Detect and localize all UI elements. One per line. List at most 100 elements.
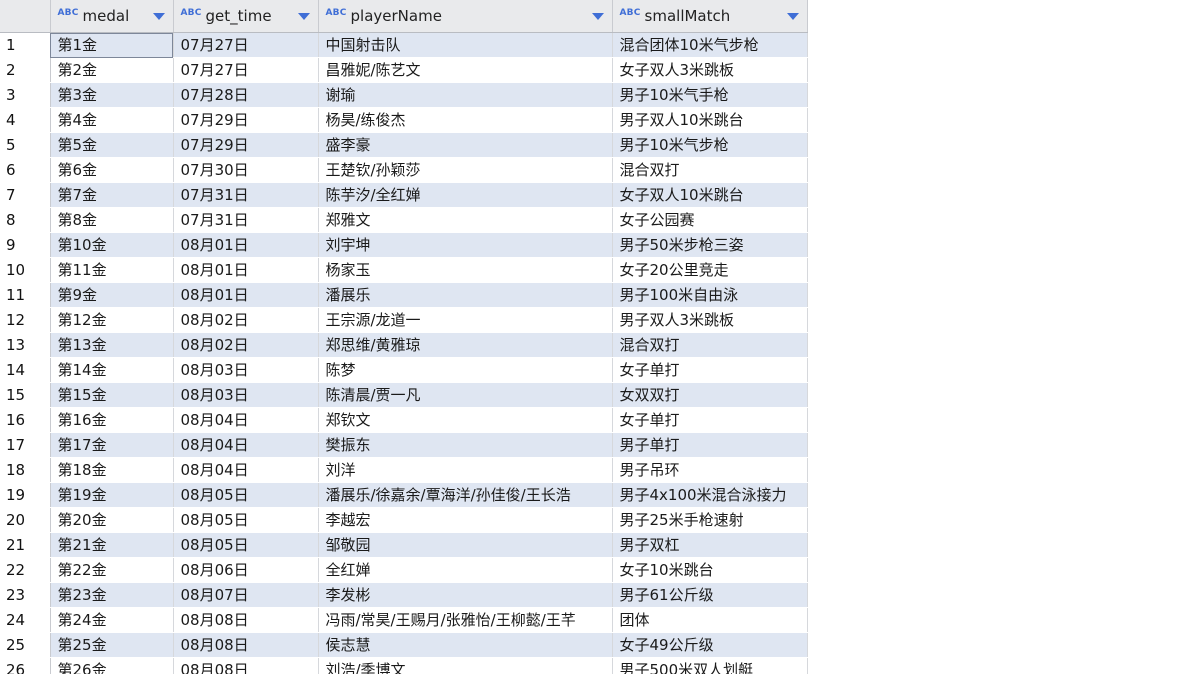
column-header-small-match[interactable]: ABC smallMatch [612,0,808,33]
cell-medal[interactable]: 第22金 [50,557,174,583]
cell-get-time[interactable]: 07月29日 [173,107,319,133]
cell-get-time[interactable]: 08月01日 [173,282,319,308]
cell-player-name[interactable]: 刘浩/季博文 [318,657,613,674]
chevron-down-icon[interactable] [297,12,310,20]
row-number[interactable]: 20 [0,507,51,533]
table-row[interactable]: 16 第16金 08月04日 郑钦文 女子单打 [0,407,808,433]
cell-player-name[interactable]: 王宗源/龙道一 [318,307,613,333]
cell-small-match[interactable]: 男子25米手枪速射 [612,507,808,533]
row-number[interactable]: 8 [0,207,51,233]
cell-player-name[interactable]: 陈芋汐/全红婵 [318,182,613,208]
cell-get-time[interactable]: 08月06日 [173,557,319,583]
cell-medal[interactable]: 第21金 [50,532,174,558]
row-number[interactable]: 4 [0,107,51,133]
table-row[interactable]: 17 第17金 08月04日 樊振东 男子单打 [0,432,808,458]
cell-player-name[interactable]: 盛李豪 [318,132,613,158]
column-header-get-time[interactable]: ABC get_time [173,0,319,33]
cell-player-name[interactable]: 杨家玉 [318,257,613,283]
table-row[interactable]: 19 第19金 08月05日 潘展乐/徐嘉余/覃海洋/孙佳俊/王长浩 男子4x100米混… [0,482,808,508]
cell-player-name[interactable]: 陈梦 [318,357,613,383]
cell-small-match[interactable]: 男子吊环 [612,457,808,483]
column-header-medal[interactable]: ABC medal [50,0,174,33]
cell-small-match[interactable]: 男子10米气手枪 [612,82,808,108]
cell-player-name[interactable]: 冯雨/常昊/王赐月/张雅怡/王柳懿/王芊 [318,607,613,633]
row-number[interactable]: 16 [0,407,51,433]
cell-get-time[interactable]: 08月01日 [173,232,319,258]
cell-medal[interactable]: 第26金 [50,657,174,674]
cell-medal[interactable]: 第2金 [50,57,174,83]
cell-small-match[interactable]: 男子10米气步枪 [612,132,808,158]
cell-get-time[interactable]: 08月04日 [173,407,319,433]
table-row[interactable]: 13 第13金 08月02日 郑思维/黄雅琼 混合双打 [0,332,808,358]
cell-get-time[interactable]: 08月04日 [173,457,319,483]
table-row[interactable]: 12 第12金 08月02日 王宗源/龙道一 男子双人3米跳板 [0,307,808,333]
cell-medal[interactable]: 第17金 [50,432,174,458]
chevron-down-icon[interactable] [786,12,799,20]
cell-small-match[interactable]: 女子公园赛 [612,207,808,233]
cell-get-time[interactable]: 07月31日 [173,207,319,233]
cell-get-time[interactable]: 08月01日 [173,257,319,283]
cell-small-match[interactable]: 混合团体10米气步枪 [612,32,808,58]
row-number[interactable]: 14 [0,357,51,383]
table-row[interactable]: 9 第10金 08月01日 刘宇坤 男子50米步枪三姿 [0,232,808,258]
cell-medal[interactable]: 第11金 [50,257,174,283]
cell-get-time[interactable]: 08月08日 [173,632,319,658]
cell-get-time[interactable]: 08月02日 [173,307,319,333]
cell-get-time[interactable]: 07月31日 [173,182,319,208]
cell-small-match[interactable]: 混合双打 [612,157,808,183]
cell-player-name[interactable]: 李发彬 [318,582,613,608]
row-number[interactable]: 23 [0,582,51,608]
row-number[interactable]: 13 [0,332,51,358]
cell-player-name[interactable]: 樊振东 [318,432,613,458]
row-number[interactable]: 15 [0,382,51,408]
cell-small-match[interactable]: 男子双杠 [612,532,808,558]
row-number[interactable]: 12 [0,307,51,333]
row-number[interactable]: 26 [0,657,51,674]
row-number[interactable]: 18 [0,457,51,483]
table-row[interactable]: 20 第20金 08月05日 李越宏 男子25米手枪速射 [0,507,808,533]
cell-small-match[interactable]: 女子单打 [612,357,808,383]
cell-small-match[interactable]: 团体 [612,607,808,633]
cell-player-name[interactable]: 昌雅妮/陈艺文 [318,57,613,83]
cell-small-match[interactable]: 女子双人10米跳台 [612,182,808,208]
cell-small-match[interactable]: 男子单打 [612,432,808,458]
row-number[interactable]: 5 [0,132,51,158]
cell-get-time[interactable]: 08月04日 [173,432,319,458]
cell-medal[interactable]: 第10金 [50,232,174,258]
cell-medal[interactable]: 第20金 [50,507,174,533]
cell-medal[interactable]: 第9金 [50,282,174,308]
table-row[interactable]: 11 第9金 08月01日 潘展乐 男子100米自由泳 [0,282,808,308]
cell-player-name[interactable]: 杨昊/练俊杰 [318,107,613,133]
cell-medal[interactable]: 第15金 [50,382,174,408]
cell-small-match[interactable]: 女子双人3米跳板 [612,57,808,83]
cell-small-match[interactable]: 女子单打 [612,407,808,433]
cell-medal[interactable]: 第1金 [50,32,174,58]
cell-player-name[interactable]: 刘洋 [318,457,613,483]
cell-player-name[interactable]: 谢瑜 [318,82,613,108]
chevron-down-icon[interactable] [591,12,604,20]
cell-player-name[interactable]: 陈清晨/贾一凡 [318,382,613,408]
table-row[interactable]: 8 第8金 07月31日 郑雅文 女子公园赛 [0,207,808,233]
cell-small-match[interactable]: 女子10米跳台 [612,557,808,583]
cell-get-time[interactable]: 08月05日 [173,532,319,558]
cell-get-time[interactable]: 07月30日 [173,157,319,183]
table-row[interactable]: 2 第2金 07月27日 昌雅妮/陈艺文 女子双人3米跳板 [0,57,808,83]
cell-get-time[interactable]: 07月27日 [173,32,319,58]
row-number[interactable]: 24 [0,607,51,633]
cell-get-time[interactable]: 08月07日 [173,582,319,608]
cell-small-match[interactable]: 男子100米自由泳 [612,282,808,308]
row-number[interactable]: 22 [0,557,51,583]
cell-medal[interactable]: 第18金 [50,457,174,483]
cell-player-name[interactable]: 全红婵 [318,557,613,583]
cell-medal[interactable]: 第14金 [50,357,174,383]
cell-medal[interactable]: 第16金 [50,407,174,433]
cell-medal[interactable]: 第6金 [50,157,174,183]
cell-medal[interactable]: 第5金 [50,132,174,158]
table-row[interactable]: 25 第25金 08月08日 侯志慧 女子49公斤级 [0,632,808,658]
table-row[interactable]: 1 第1金 07月27日 中国射击队 混合团体10米气步枪 [0,32,808,58]
table-row[interactable]: 10 第11金 08月01日 杨家玉 女子20公里竞走 [0,257,808,283]
table-row[interactable]: 4 第4金 07月29日 杨昊/练俊杰 男子双人10米跳台 [0,107,808,133]
cell-small-match[interactable]: 男子双人10米跳台 [612,107,808,133]
column-header-player-name[interactable]: ABC playerName [318,0,613,33]
chevron-down-icon[interactable] [152,12,165,20]
